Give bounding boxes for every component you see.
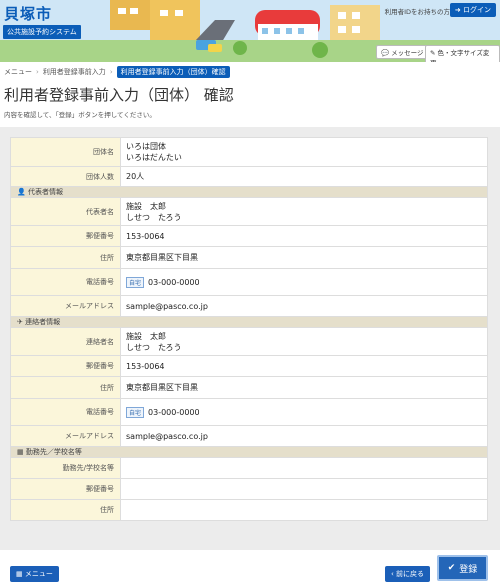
group-count-label: 団体人数 (10, 166, 121, 187)
chat-icon: 💬 (381, 49, 390, 57)
table-row: 電話番号 自宅 03-000-0000 (10, 268, 488, 296)
phone-type-badge: 自宅 (126, 276, 145, 288)
site-header: 貝塚市 公共施設予約システム 利用者IDをお持ちの方 ➜ ログイン 💬 メッセー… (0, 0, 500, 62)
table-row: メールアドレス sample@pasco.co.jp (10, 425, 488, 447)
register-button[interactable]: ✔ 登録 (437, 555, 488, 581)
rep-name: 施設 太郎 (126, 201, 166, 211)
rep-address-label: 住所 (10, 246, 121, 269)
table-row: 住所 東京都目黒区下目黒 (10, 246, 488, 269)
login-button[interactable]: ➜ ログイン (449, 3, 496, 17)
register-label: 登録 (459, 564, 478, 575)
contact-address-label: 住所 (10, 376, 121, 399)
section-workplace: ▦ 勤務先／学校名等 (10, 446, 488, 458)
table-row: 代表者名 施設 太郎 しせつ たろう (10, 197, 488, 226)
building-icon: ▦ (17, 448, 24, 456)
contact-address-value: 東京都目黒区下目黒 (120, 376, 488, 399)
workplace-zip-label: 郵便番号 (10, 478, 121, 500)
workplace-address-label: 住所 (10, 499, 121, 521)
contact-phone: 03-000-0000 (148, 407, 200, 417)
chevron-left-icon: ‹ (391, 570, 394, 578)
table-row: 連絡者名 施設 太郎 しせつ たろう (10, 327, 488, 356)
contact-name-value: 施設 太郎 しせつ たろう (120, 327, 488, 356)
workplace-zip-value (120, 478, 488, 500)
rep-phone-label: 電話番号 (10, 268, 121, 296)
rep-address-value: 東京都目黒区下目黒 (120, 246, 488, 269)
brush-icon: ✎ (430, 49, 436, 57)
rep-phone-value: 自宅 03-000-0000 (120, 268, 488, 296)
section-workplace-title: 勤務先／学校名等 (25, 448, 82, 456)
back-button[interactable]: ‹ 前に戻る (385, 566, 431, 582)
rep-email-label: メールアドレス (10, 295, 121, 317)
confirmation-table: 団体名 いろは団体 いろはだんたい 団体人数 20人 👤 代表者情報 代表者名 … (10, 137, 488, 521)
login-note: 利用者IDをお持ちの方 (384, 8, 450, 16)
section-representative: 👤 代表者情報 (10, 186, 488, 198)
back-label: 前に戻る (396, 570, 425, 578)
rep-email-value: sample@pasco.co.jp (120, 295, 488, 317)
contact-phone-value: 自宅 03-000-0000 (120, 398, 488, 426)
contact-name: 施設 太郎 (126, 331, 166, 341)
table-row: 団体名 いろは団体 いろはだんたい (10, 137, 488, 167)
section-contact: ✈ 連絡者情報 (10, 316, 488, 328)
system-name: 公共施設予約システム (3, 25, 81, 39)
table-row: 勤務先/学校名等 (10, 457, 488, 479)
table-row: メールアドレス sample@pasco.co.jp (10, 295, 488, 317)
chevron-right-icon: › (109, 68, 113, 76)
contact-name-kana: しせつ たろう (126, 342, 182, 352)
group-name-value: いろは団体 いろはだんたい (120, 137, 488, 167)
rep-name-label: 代表者名 (10, 197, 121, 226)
workplace-address-value (120, 499, 488, 521)
send-icon: ✈ (17, 318, 23, 326)
group-name-label: 団体名 (10, 137, 121, 167)
workplace-name-label: 勤務先/学校名等 (10, 457, 121, 479)
rep-zip-label: 郵便番号 (10, 225, 121, 247)
city-name: 貝塚市 (4, 5, 53, 23)
table-row: 電話番号 自宅 03-000-0000 (10, 398, 488, 426)
menu-label: メニュー (24, 570, 53, 578)
contact-phone-label: 電話番号 (10, 398, 121, 426)
color-size-label: 色・文字サイズ変更 (430, 49, 490, 62)
section-representative-title: 代表者情報 (27, 188, 63, 196)
page-title: 利用者登録事前入力（団体） 確認 (4, 86, 234, 104)
color-size-button[interactable]: ✎ 色・文字サイズ変更 (425, 45, 500, 62)
menu-button[interactable]: ▦ メニュー (10, 566, 59, 582)
table-row: 郵便番号 153-0064 (10, 225, 488, 247)
group-count-value: 20人 (120, 166, 488, 187)
breadcrumb-pre-registration[interactable]: 利用者登録事前入力 (43, 67, 106, 77)
table-row: 団体人数 20人 (10, 166, 488, 187)
breadcrumb-menu[interactable]: メニュー (4, 67, 32, 77)
workplace-name-value (120, 457, 488, 479)
message-button[interactable]: 💬 メッセージ (376, 45, 429, 59)
login-label: ログイン (463, 6, 491, 14)
phone-type-badge: 自宅 (126, 406, 145, 418)
rep-zip-value: 153-0064 (120, 225, 488, 247)
table-row: 住所 (10, 499, 488, 521)
chevron-right-icon: › (36, 68, 39, 76)
group-name: いろは団体 (126, 142, 166, 151)
message-label: メッセージ (391, 49, 424, 57)
breadcrumb-current: 利用者登録事前入力（団体）確認 (116, 66, 230, 78)
page-subtitle: 内容を確認して、「登録」ボタンを押してください。 (4, 111, 156, 119)
contact-email-value: sample@pasco.co.jp (120, 425, 488, 447)
table-row: 住所 東京都目黒区下目黒 (10, 376, 488, 399)
rep-phone: 03-000-0000 (148, 277, 200, 287)
breadcrumb: メニュー › 利用者登録事前入力 › 利用者登録事前入力（団体）確認 (4, 66, 230, 78)
table-row: 郵便番号 (10, 478, 488, 500)
contact-zip-label: 郵便番号 (10, 355, 121, 377)
rep-name-kana: しせつ たろう (126, 212, 182, 222)
group-name-kana: いろはだんたい (126, 153, 182, 162)
rep-name-value: 施設 太郎 しせつ たろう (120, 197, 488, 226)
contact-name-label: 連絡者名 (10, 327, 121, 356)
section-contact-title: 連絡者情報 (25, 318, 61, 326)
grid-icon: ▦ (16, 570, 23, 578)
contact-email-label: メールアドレス (10, 425, 121, 447)
login-icon: ➜ (454, 6, 461, 14)
check-icon: ✔ (447, 563, 456, 573)
user-icon: 👤 (17, 188, 26, 196)
contact-zip-value: 153-0064 (120, 355, 488, 377)
table-row: 郵便番号 153-0064 (10, 355, 488, 377)
